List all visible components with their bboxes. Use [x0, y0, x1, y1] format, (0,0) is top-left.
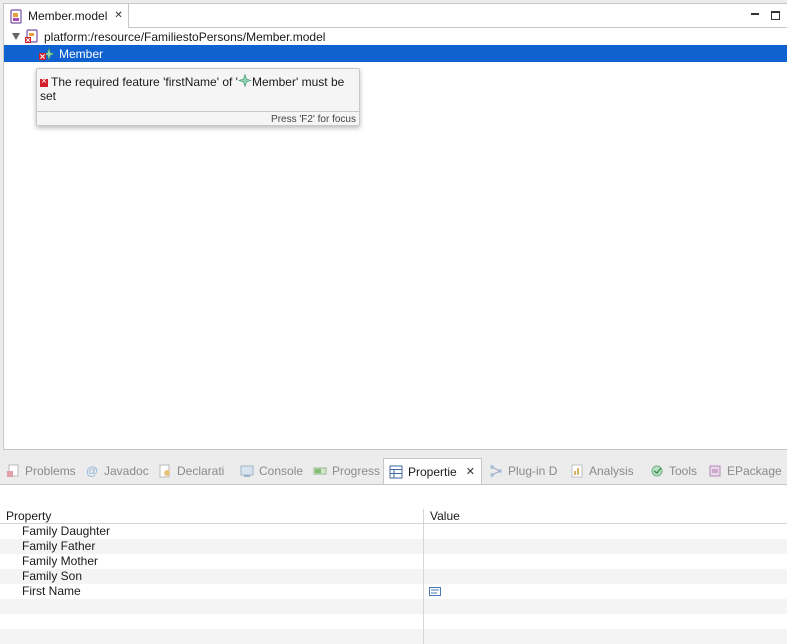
tools-icon: [651, 465, 663, 477]
table-row[interactable]: Family Mother: [0, 554, 787, 569]
model-editor: Member.model ✕ platform:/resource/Famili…: [3, 3, 787, 450]
tab-problems[interactable]: Problems: [6, 458, 76, 484]
table-row-empty: [0, 599, 787, 614]
table-row[interactable]: Family Son: [0, 569, 787, 584]
progress-icon: [313, 467, 327, 475]
tab-declaration[interactable]: Declarati: [158, 458, 224, 484]
property-value[interactable]: [424, 584, 787, 599]
property-value[interactable]: [424, 569, 787, 584]
table-row[interactable]: Family Father: [0, 539, 787, 554]
resource-tree: platform:/resource/FamiliestoPersons/Mem…: [4, 28, 787, 62]
tooltip-divider: [37, 111, 359, 112]
declaration-icon: [159, 464, 170, 478]
model-file-icon: [10, 8, 22, 24]
table-row[interactable]: First Name: [0, 584, 787, 599]
property-value[interactable]: [424, 539, 787, 554]
analysis-icon: [571, 464, 583, 478]
minimize-icon[interactable]: [751, 9, 761, 21]
member-error-icon: [39, 46, 55, 61]
tab-javadoc[interactable]: @ Javadoc: [85, 458, 149, 484]
window-controls: [751, 9, 780, 21]
property-name: Family Mother: [0, 554, 424, 569]
properties-table: Family Daughter Family Father Family Mot…: [0, 524, 787, 644]
table-row-empty: [0, 629, 787, 644]
tab-progress[interactable]: Progress: [313, 458, 380, 484]
maximize-icon[interactable]: [771, 10, 780, 20]
table-row[interactable]: Family Daughter: [0, 524, 787, 539]
tab-analysis[interactable]: Analysis: [570, 458, 634, 484]
tab-label: Member.model: [28, 9, 108, 23]
text-value-icon: [429, 587, 441, 596]
console-icon: [240, 465, 254, 477]
tree-item-member[interactable]: Member: [4, 45, 787, 62]
tab-tools[interactable]: Tools: [650, 458, 697, 484]
property-value[interactable]: [424, 554, 787, 569]
tab-member-model[interactable]: Member.model ✕: [4, 4, 129, 28]
close-icon[interactable]: ✕: [114, 11, 122, 21]
problems-icon: [7, 464, 19, 477]
class-icon: [238, 73, 252, 88]
properties-icon: [389, 465, 403, 478]
properties-view: Property Value Family Daughter Family Fa…: [0, 484, 787, 644]
error-icon: [40, 75, 48, 89]
tab-epackage[interactable]: EPackage: [708, 458, 782, 484]
column-header-property[interactable]: Property: [0, 509, 424, 523]
tree-item-label: platform:/resource/FamiliestoPersons/Mem…: [44, 29, 326, 44]
javadoc-icon: @: [85, 464, 99, 478]
editor-tabbar: Member.model ✕: [4, 4, 787, 28]
property-name: Family Son: [0, 569, 424, 584]
column-header-value[interactable]: Value: [424, 509, 460, 523]
chevron-down-icon[interactable]: [12, 33, 20, 40]
table-row-empty: [0, 614, 787, 629]
tooltip-footer: Press 'F2' for focus: [271, 114, 356, 125]
property-name: First Name: [0, 584, 424, 599]
property-value[interactable]: [424, 524, 787, 539]
tab-properties[interactable]: Propertie ✕: [383, 458, 482, 484]
close-icon[interactable]: ✕: [466, 465, 475, 478]
property-name: Family Daughter: [0, 524, 424, 539]
properties-header: Property Value: [0, 509, 787, 524]
tree-item-resource[interactable]: platform:/resource/FamiliestoPersons/Mem…: [4, 28, 787, 45]
view-tabbar: Problems @ Javadoc Declarati Console Pro…: [0, 458, 787, 484]
property-name: Family Father: [0, 539, 424, 554]
error-tooltip: The required feature 'firstName' of 'Mem…: [36, 68, 360, 126]
tooltip-message: The required feature 'firstName' of 'Mem…: [40, 73, 354, 103]
tree-item-label: Member: [59, 46, 104, 61]
tab-plugin-dependencies[interactable]: Plug-in D: [489, 458, 557, 484]
resource-error-icon: [25, 29, 38, 43]
tab-console[interactable]: Console: [240, 458, 303, 484]
plugin-dependencies-icon: [490, 465, 502, 477]
epackage-icon: [709, 465, 721, 477]
